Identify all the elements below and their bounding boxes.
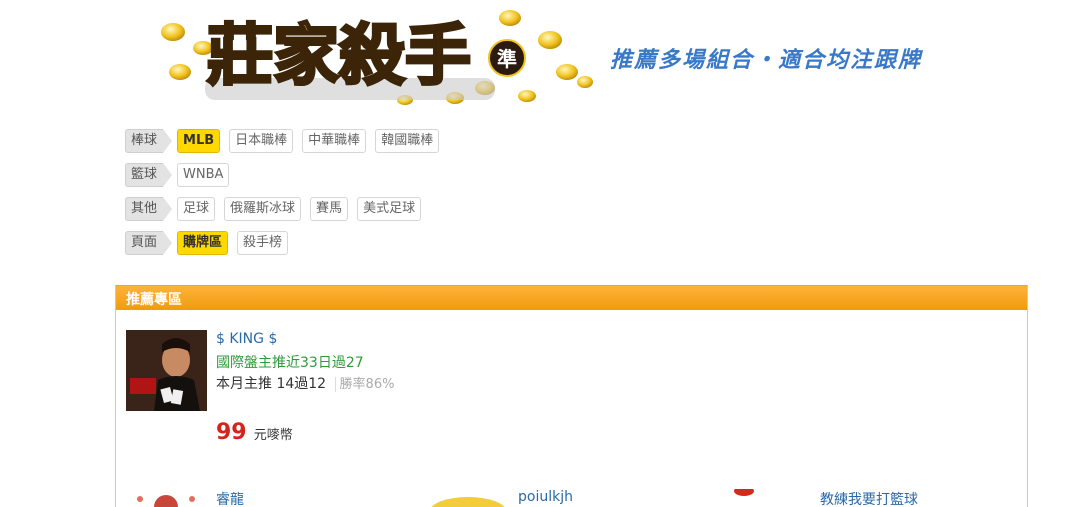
tipster-avatar[interactable] xyxy=(730,489,810,507)
category-filters: 棒球 MLB 日本職棒 中華職棒 韓國職棒 籃球 WNBA 其他 足球 俄羅斯冰… xyxy=(125,128,448,264)
filter-chip-khl[interactable]: 俄羅斯冰球 xyxy=(224,196,302,221)
other-tipsters: 睿龍 poiulkjh 教練我要打籃球 xyxy=(126,487,1026,507)
tipster-card[interactable]: poiulkjh xyxy=(428,487,728,507)
filter-chip-mlb[interactable]: MLB xyxy=(177,128,221,153)
tipster-name[interactable]: $ KING $ xyxy=(216,331,277,347)
logo-text: 莊家殺手 xyxy=(207,16,471,94)
month-value: 14過12 xyxy=(276,376,327,392)
tipster-name[interactable]: 教練我要打籃球 xyxy=(820,489,918,507)
tipster-avatar[interactable] xyxy=(126,330,207,411)
win-rate: 勝率86% xyxy=(334,377,395,392)
filter-label-page: 頁面 xyxy=(125,230,173,255)
site-header: 莊家殺手 準 推薦多場組合・適合均注跟牌 xyxy=(155,0,975,112)
tipster-name[interactable]: 睿龍 xyxy=(216,489,244,507)
tipster-card[interactable]: 睿龍 xyxy=(126,487,426,507)
filter-label-basketball: 籃球 xyxy=(125,162,173,187)
filter-row-page: 頁面 購牌區 殺手榜 xyxy=(125,230,448,255)
tipster-record: 國際盤主推近33日過27 xyxy=(216,355,364,371)
tipster-avatar[interactable] xyxy=(126,489,206,507)
filter-chip-kbo[interactable]: 韓國職棒 xyxy=(375,128,440,153)
filter-row-basketball: 籃球 WNBA xyxy=(125,162,448,187)
month-label: 本月主推 xyxy=(216,376,272,392)
panel-header-bar xyxy=(116,285,1027,310)
price-unit: 元嘜幣 xyxy=(253,428,293,443)
tipster-avatar[interactable] xyxy=(428,489,508,507)
filter-chip-npb[interactable]: 日本職棒 xyxy=(229,128,294,153)
site-tagline: 推薦多場組合・適合均注跟牌 xyxy=(610,48,923,73)
filter-chip-killer-ranking[interactable]: 殺手榜 xyxy=(237,230,289,255)
filter-row-other: 其他 足球 俄羅斯冰球 賽馬 美式足球 xyxy=(125,196,448,221)
filter-chip-wnba[interactable]: WNBA xyxy=(177,162,230,187)
tipster-card[interactable]: 教練我要打籃球 xyxy=(730,487,1026,507)
tipster-month-stats: 本月主推 14過12 勝率86% xyxy=(216,373,395,393)
filter-chip-soccer[interactable]: 足球 xyxy=(177,196,216,221)
filter-row-baseball: 棒球 MLB 日本職棒 中華職棒 韓國職棒 xyxy=(125,128,448,153)
filter-chip-cpbl[interactable]: 中華職棒 xyxy=(302,128,367,153)
filter-chip-buy-picks[interactable]: 購牌區 xyxy=(177,230,229,255)
price-tag[interactable]: 99 元嘜幣 xyxy=(216,420,293,445)
panel-title: 推薦專區 xyxy=(126,292,182,308)
price-value: 99 xyxy=(216,420,247,445)
filter-chip-horse-racing[interactable]: 賽馬 xyxy=(310,196,349,221)
filter-label-baseball: 棒球 xyxy=(125,128,173,153)
tipster-name[interactable]: poiulkjh xyxy=(518,489,573,505)
recommend-panel: 推薦專區 $ KING $ 國際盤主推近33日過27 本月主推 14過12 勝率… xyxy=(115,285,1028,507)
filter-chip-american-football[interactable]: 美式足球 xyxy=(357,196,422,221)
site-logo[interactable]: 莊家殺手 準 xyxy=(155,0,595,110)
logo-badge: 準 xyxy=(497,47,517,71)
featured-tipster-card: $ KING $ 國際盤主推近33日過27 本月主推 14過12 勝率86% 9… xyxy=(126,330,726,460)
filter-label-other: 其他 xyxy=(125,196,173,221)
